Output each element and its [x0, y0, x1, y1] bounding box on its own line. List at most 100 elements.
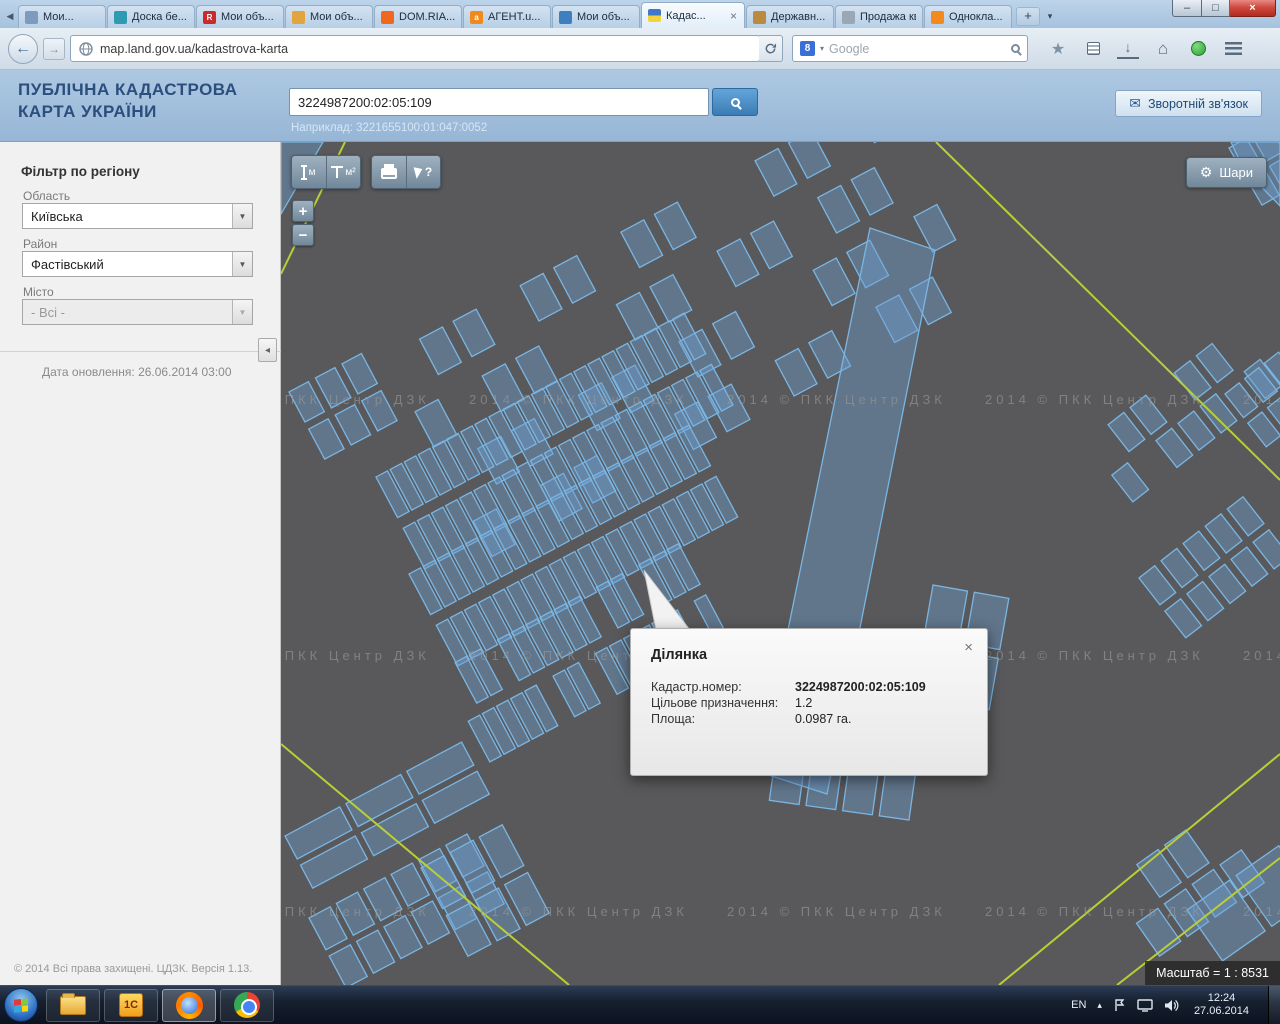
tab[interactable]: a АГЕНТ.u...: [463, 5, 551, 28]
action-center-flag-icon[interactable]: [1113, 999, 1126, 1012]
tab-favicon-icon: [931, 11, 944, 24]
forward-button[interactable]: →: [43, 38, 65, 60]
nav-icon-strip: ★ ↓ ⌂: [1047, 39, 1244, 59]
gear-icon: ⚙: [1200, 164, 1213, 181]
cadastral-search-hint: Наприклад: 3221655100:01:047:0052: [291, 122, 487, 134]
map-watermark: 2014 © ПКК Центр ДЗК: [281, 392, 430, 407]
feedback-label: Зворотній зв'язок: [1148, 97, 1248, 111]
tab-active-kadastrova[interactable]: Кадас... ×: [641, 2, 745, 28]
popup-row: Площа: 0.0987 га.: [651, 711, 967, 727]
tab-label: АГЕНТ.u...: [488, 11, 544, 23]
window-controls: – □ ×: [1172, 0, 1276, 17]
tab-list-dropdown-icon[interactable]: ▾: [1041, 7, 1059, 26]
hidden-icons-arrow-icon[interactable]: ▴: [1097, 1000, 1102, 1011]
zoom-out-button[interactable]: −: [292, 224, 314, 246]
tray-time: 12:24: [1194, 992, 1249, 1005]
back-button[interactable]: ←: [8, 34, 38, 64]
district-select[interactable]: Фастівський ▼: [22, 251, 253, 277]
home-icon[interactable]: ⌂: [1152, 39, 1174, 59]
browser-tab-bar: ◀ Мои... Доска бе... R Мои объ... Мои об…: [0, 0, 1280, 28]
language-indicator[interactable]: EN: [1071, 999, 1086, 1011]
menu-button[interactable]: [1222, 39, 1244, 59]
tab-label: Мои объ...: [310, 11, 366, 23]
site-globe-icon: [79, 42, 93, 56]
minimize-button[interactable]: –: [1172, 0, 1202, 17]
tab[interactable]: Мои объ...: [285, 5, 373, 28]
tab[interactable]: Продажа ква...: [835, 5, 923, 28]
popup-row: Кадастр.номер: 3224987200:02:05:109: [651, 679, 967, 695]
bookmarks-panel-icon[interactable]: [1082, 39, 1104, 59]
tab-label: Мои объ...: [221, 11, 277, 23]
sidebar-footer: © 2014 Всі права захищені. ЦДЗК. Версія …: [14, 963, 252, 975]
area-ruler-icon: [331, 166, 343, 179]
tab[interactable]: Мои...: [18, 5, 106, 28]
reload-button[interactable]: [759, 35, 783, 62]
tab-scroll-left-icon[interactable]: ◀: [2, 6, 18, 26]
maximize-button[interactable]: □: [1202, 0, 1230, 17]
bookmark-star-icon[interactable]: ★: [1047, 39, 1069, 59]
cadastral-search-button[interactable]: [712, 88, 758, 116]
map-parcels-layer: [281, 142, 1280, 985]
measure-length-label: м: [309, 167, 316, 178]
tab-close-icon[interactable]: ×: [729, 11, 738, 21]
chevron-down-icon[interactable]: ▼: [232, 204, 252, 228]
taskbar-explorer-button[interactable]: [46, 989, 100, 1022]
cursor-icon: [413, 165, 424, 179]
map-watermark: 2014 © ПКК Центр ДЗК: [469, 392, 688, 407]
tray-date: 27.06.2014: [1194, 1005, 1249, 1018]
tab[interactable]: Державн...: [746, 5, 834, 28]
tab-favicon-icon: a: [470, 11, 483, 24]
volume-icon[interactable]: [1164, 999, 1179, 1012]
feedback-button[interactable]: ✉ Зворотній зв'язок: [1115, 90, 1262, 117]
new-tab-button[interactable]: +: [1016, 7, 1040, 26]
tab[interactable]: Мои объ...: [552, 5, 640, 28]
display-icon[interactable]: [1137, 999, 1153, 1012]
folder-icon: [60, 996, 86, 1015]
region-select[interactable]: Київська ▼: [22, 203, 253, 229]
web-search-placeholder[interactable]: Google: [829, 42, 1006, 56]
show-desktop-button[interactable]: [1268, 986, 1280, 1024]
tab-label: Кадас...: [666, 10, 724, 22]
zoom-in-button[interactable]: +: [292, 200, 314, 222]
1c-icon: 1С: [119, 993, 143, 1017]
measure-area-button[interactable]: м²: [326, 156, 360, 188]
taskbar-chrome-button[interactable]: [220, 989, 274, 1022]
map-watermark: 2014 © ПКК Центр ДЗК: [727, 392, 946, 407]
area-value: 0.0987 га.: [795, 711, 851, 727]
tab-label: Продажа ква...: [860, 11, 916, 23]
addon-icon[interactable]: [1187, 39, 1209, 59]
tab-favicon-icon: [753, 11, 766, 24]
cadastral-map[interactable]: 2014 © ПКК Центр ДЗК 2014 © ПКК Центр ДЗК…: [281, 142, 1280, 985]
print-button[interactable]: [372, 156, 406, 188]
tab[interactable]: DOM.RIA...: [374, 5, 462, 28]
taskbar-firefox-button[interactable]: [162, 989, 216, 1022]
sidebar-collapse-button[interactable]: ◂: [258, 338, 277, 362]
zoom-controls: + −: [292, 200, 314, 248]
measure-length-button[interactable]: м: [292, 156, 326, 188]
popup-title: Ділянка: [651, 647, 967, 663]
filter-sidebar: Фільтр по регіону Область Київська ▼ Рай…: [0, 142, 281, 985]
url-bar[interactable]: map.land.gov.ua/kadastrova-karta: [70, 35, 760, 62]
layers-button[interactable]: ⚙ Шари: [1186, 157, 1267, 188]
tab[interactable]: Однокла...: [924, 5, 1012, 28]
search-engine-icon[interactable]: 8: [800, 41, 815, 56]
downloads-icon[interactable]: ↓: [1117, 39, 1139, 59]
close-window-button[interactable]: ×: [1230, 0, 1276, 17]
map-watermark: 2014 © ПКК Центр ДЗК: [281, 648, 430, 663]
taskbar-1c-button[interactable]: 1С: [104, 989, 158, 1022]
search-engine-caret-icon[interactable]: ▾: [820, 44, 824, 53]
panel-icon: [1087, 42, 1100, 55]
tab-favicon-icon: R: [203, 11, 216, 24]
logo-line1: ПУБЛІЧНА КАДАСТРОВА: [18, 79, 238, 101]
tab[interactable]: R Мои объ...: [196, 5, 284, 28]
cadastral-search-input[interactable]: [289, 88, 709, 116]
close-icon[interactable]: ×: [964, 639, 973, 656]
search-magnifier-icon[interactable]: [1011, 44, 1020, 53]
url-text[interactable]: map.land.gov.ua/kadastrova-karta: [100, 42, 751, 56]
identify-button[interactable]: ?: [406, 156, 440, 188]
web-search-bar[interactable]: 8 ▾ Google: [792, 35, 1028, 62]
clock[interactable]: 12:24 27.06.2014: [1194, 992, 1249, 1018]
start-button[interactable]: [4, 988, 38, 1022]
tab[interactable]: Доска бе...: [107, 5, 195, 28]
chevron-down-icon[interactable]: ▼: [232, 252, 252, 276]
